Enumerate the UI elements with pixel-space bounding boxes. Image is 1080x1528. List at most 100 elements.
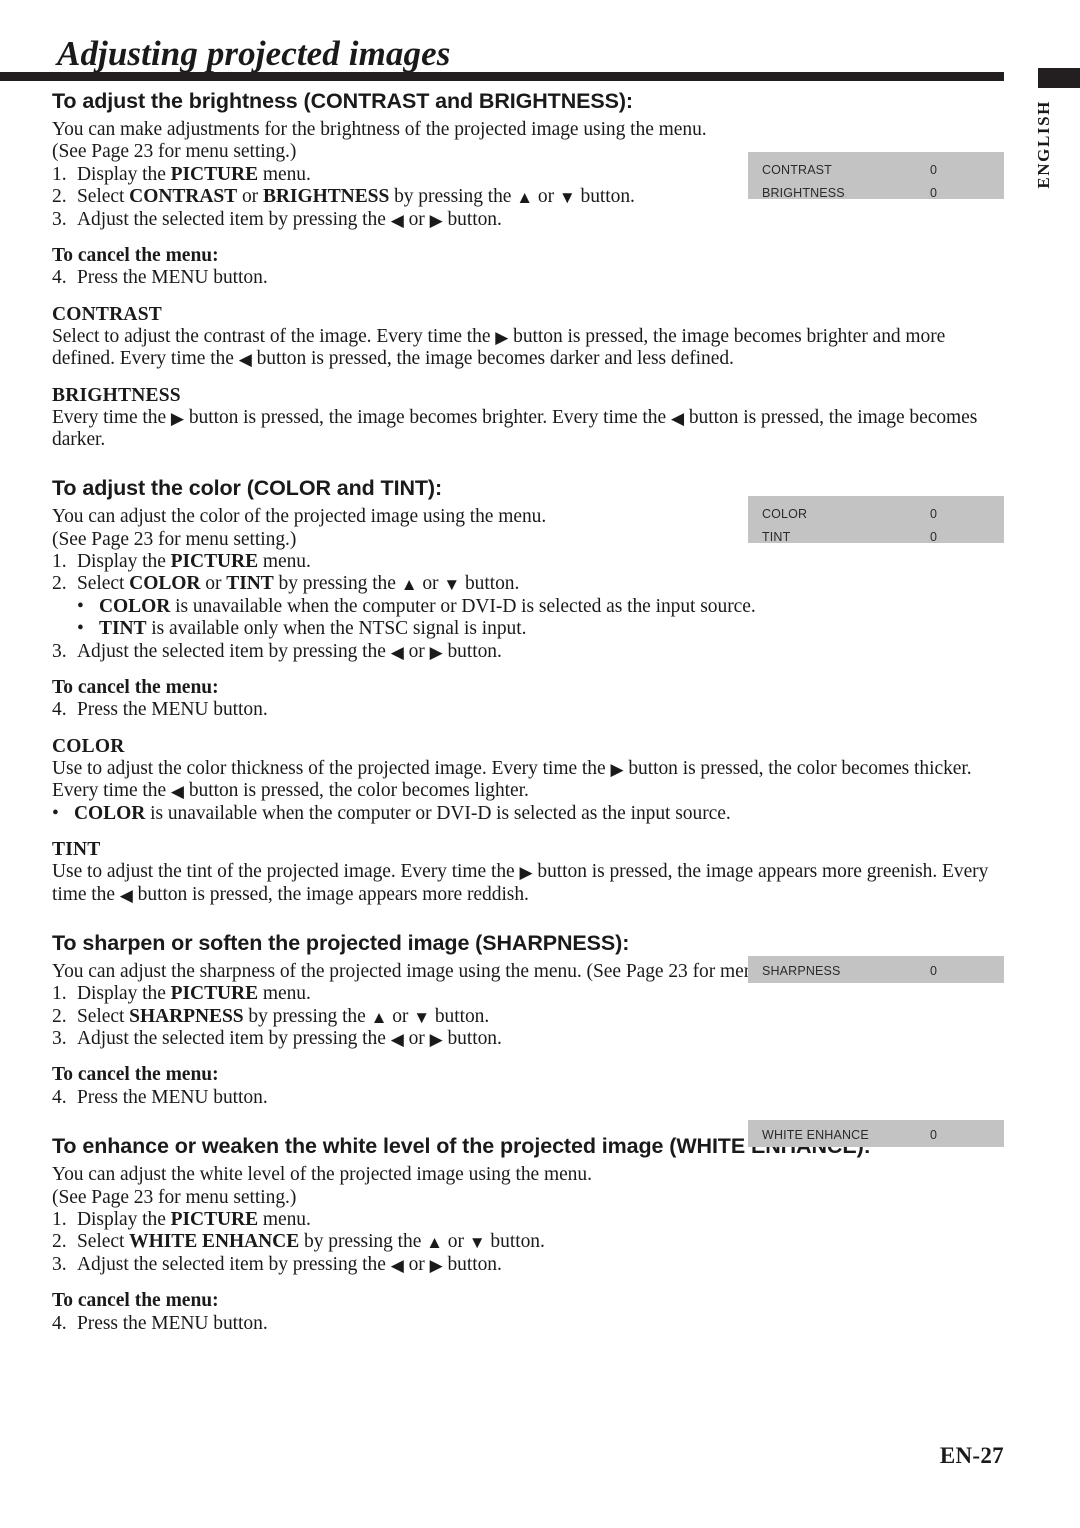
- step-text-post: button.: [442, 1253, 502, 1275]
- arrow-right-icon: ▶: [429, 210, 443, 230]
- color-desc-part1: Use to adjust the color thickness of the…: [52, 757, 611, 779]
- osd-value: 0: [930, 529, 937, 544]
- step-text: Adjust the selected item by pressing the…: [77, 1254, 1004, 1276]
- osd-menu-contrast-brightness: CONTRAST 0 BRIGHTNESS 0: [748, 152, 1004, 200]
- step-number: 2.: [52, 573, 67, 595]
- arrow-right-icon: ▶: [519, 863, 533, 883]
- step-number: 2.: [52, 1231, 67, 1253]
- arrow-up-icon: ▲: [400, 575, 418, 595]
- brightness-intro-line-1: You can make adjustments for the brightn…: [52, 118, 707, 140]
- section-heading-sharpness: To sharpen or soften the projected image…: [52, 930, 630, 955]
- step-text: Adjust the selected item by pressing the…: [77, 1028, 1004, 1050]
- step-text-pre: Display the: [77, 1208, 171, 1230]
- sharpness-step-4: 4. Press the MENU button.: [52, 1087, 1004, 1109]
- step-text-pre: Display the: [77, 983, 171, 1005]
- step-text-pre: Select: [77, 573, 130, 595]
- step-text-bold-sharpness: SHARPNESS: [129, 1005, 244, 1027]
- osd-menu-white-enhance: WHITE ENHANCE 0: [748, 1120, 1004, 1147]
- osd-row: TINT 0: [762, 525, 1004, 548]
- color-cancel-heading: To cancel the menu:: [52, 677, 219, 699]
- sharpness-cancel-heading: To cancel the menu:: [52, 1064, 219, 1086]
- step-text-post2: or: [387, 1005, 414, 1027]
- white-enhance-step-3: 3. Adjust the selected item by pressing …: [52, 1254, 1004, 1276]
- step-text-post: button.: [442, 208, 502, 230]
- color-desc-part3: button is pressed, the color becomes lig…: [184, 780, 529, 802]
- arrow-down-icon: ▼: [558, 188, 576, 208]
- step-text-post: button.: [442, 640, 502, 662]
- bullet-text: TINT is available only when the NTSC sig…: [99, 618, 1004, 640]
- step-number: 2.: [52, 186, 67, 208]
- tint-desc-part3: button is pressed, the image appears mor…: [132, 883, 529, 905]
- step-text-post1: by pressing the: [389, 186, 517, 208]
- step-text: Select SHARPNESS by pressing the ▲ or ▼ …: [77, 1006, 1004, 1028]
- step-text: Select WHITE ENHANCE by pressing the ▲ o…: [77, 1231, 1004, 1253]
- bullet-icon: •: [77, 595, 84, 617]
- step-text-pre: Adjust the selected item by pressing the: [77, 640, 391, 662]
- osd-row: CONTRAST 0: [762, 158, 1004, 181]
- bullet-text-bold: COLOR: [74, 802, 146, 824]
- subheading-contrast: CONTRAST: [52, 303, 162, 325]
- step-text-pre: Select: [77, 1231, 130, 1253]
- step-text-mid: or: [237, 186, 263, 208]
- step-text: Display the PICTURE menu.: [77, 1209, 1004, 1231]
- arrow-right-icon: ▶: [495, 327, 509, 347]
- step-text-post: menu.: [258, 1208, 311, 1230]
- step-text-mid: or: [403, 1253, 430, 1275]
- brightness-cancel-heading: To cancel the menu:: [52, 244, 219, 266]
- bullet-text-rest: is available only when the NTSC signal i…: [146, 618, 527, 640]
- step-text: Press the MENU button.: [77, 267, 268, 289]
- osd-row: COLOR 0: [762, 502, 1004, 525]
- osd-value: 0: [930, 1127, 937, 1142]
- arrow-left-icon: ◀: [119, 885, 133, 905]
- step-text: Select COLOR or TINT by pressing the ▲ o…: [77, 573, 1004, 595]
- step-text-post2: or: [417, 573, 444, 595]
- step-text-mid: or: [403, 640, 430, 662]
- osd-value: 0: [930, 185, 937, 200]
- bullet-text-rest: is unavailable when the computer or DVI-…: [145, 802, 731, 824]
- arrow-right-icon: ▶: [170, 408, 184, 428]
- brightness-description: Every time the ▶ button is pressed, the …: [52, 407, 1004, 452]
- document-page: Adjusting projected images ENGLISH To ad…: [0, 0, 1080, 1528]
- step-text-mid: or: [200, 573, 227, 595]
- bullet-icon: •: [77, 618, 84, 640]
- step-number: 3.: [52, 208, 67, 230]
- language-label: ENGLISH: [1034, 100, 1053, 189]
- step-text-post3: button.: [460, 573, 520, 595]
- brightness-desc-part2: button is pressed, the image becomes bri…: [184, 406, 671, 428]
- osd-row: BRIGHTNESS 0: [762, 181, 1004, 204]
- arrow-left-icon: ◀: [390, 1030, 404, 1049]
- step-number: 2.: [52, 1005, 67, 1027]
- language-tab-bar: [1038, 68, 1080, 88]
- step-number: 3.: [52, 1253, 67, 1275]
- step-text-post2: or: [442, 1231, 469, 1253]
- osd-value: 0: [930, 162, 937, 177]
- tint-desc-part1: Use to adjust the tint of the projected …: [52, 861, 520, 883]
- step-text: Adjust the selected item by pressing the…: [77, 209, 1004, 231]
- brightness-desc-part1: Every time the: [52, 406, 171, 428]
- step-text-bold-contrast: CONTRAST: [129, 186, 238, 208]
- arrow-down-icon: ▼: [443, 575, 461, 595]
- content-column: To adjust the brightness (CONTRAST and B…: [52, 88, 1004, 1335]
- osd-label: COLOR: [762, 506, 808, 521]
- bullet-text-bold: COLOR: [99, 595, 171, 617]
- arrow-left-icon: ◀: [390, 1255, 404, 1275]
- arrow-left-icon: ◀: [170, 782, 184, 802]
- contrast-desc-part1: Select to adjust the contrast of the ima…: [52, 325, 496, 347]
- step-text-pre: Select: [77, 186, 130, 208]
- arrow-left-icon: ◀: [238, 350, 252, 370]
- step-text-post: menu.: [258, 983, 311, 1005]
- step-text-pre: Display the: [77, 551, 171, 573]
- osd-value: 0: [930, 506, 937, 521]
- osd-menu-sharpness: SHARPNESS 0: [748, 956, 1004, 983]
- bullet-text-rest: is unavailable when the computer or DVI-…: [170, 595, 756, 617]
- step-text-pre: Select: [77, 1005, 130, 1027]
- step-text-bold-color: COLOR: [129, 573, 201, 595]
- color-description: Use to adjust the color thickness of the…: [52, 758, 1004, 803]
- step-text-bold-white-enhance: WHITE ENHANCE: [129, 1231, 300, 1253]
- step-text-mid: or: [403, 208, 430, 230]
- tint-description: Use to adjust the tint of the projected …: [52, 861, 1004, 906]
- sharpness-step-1: 1. Display the PICTURE menu.: [52, 983, 1004, 1005]
- step-text: Press the MENU button.: [77, 699, 268, 721]
- step-text-post3: button.: [575, 186, 635, 208]
- color-bullet-2: • TINT is available only when the NTSC s…: [52, 618, 1004, 640]
